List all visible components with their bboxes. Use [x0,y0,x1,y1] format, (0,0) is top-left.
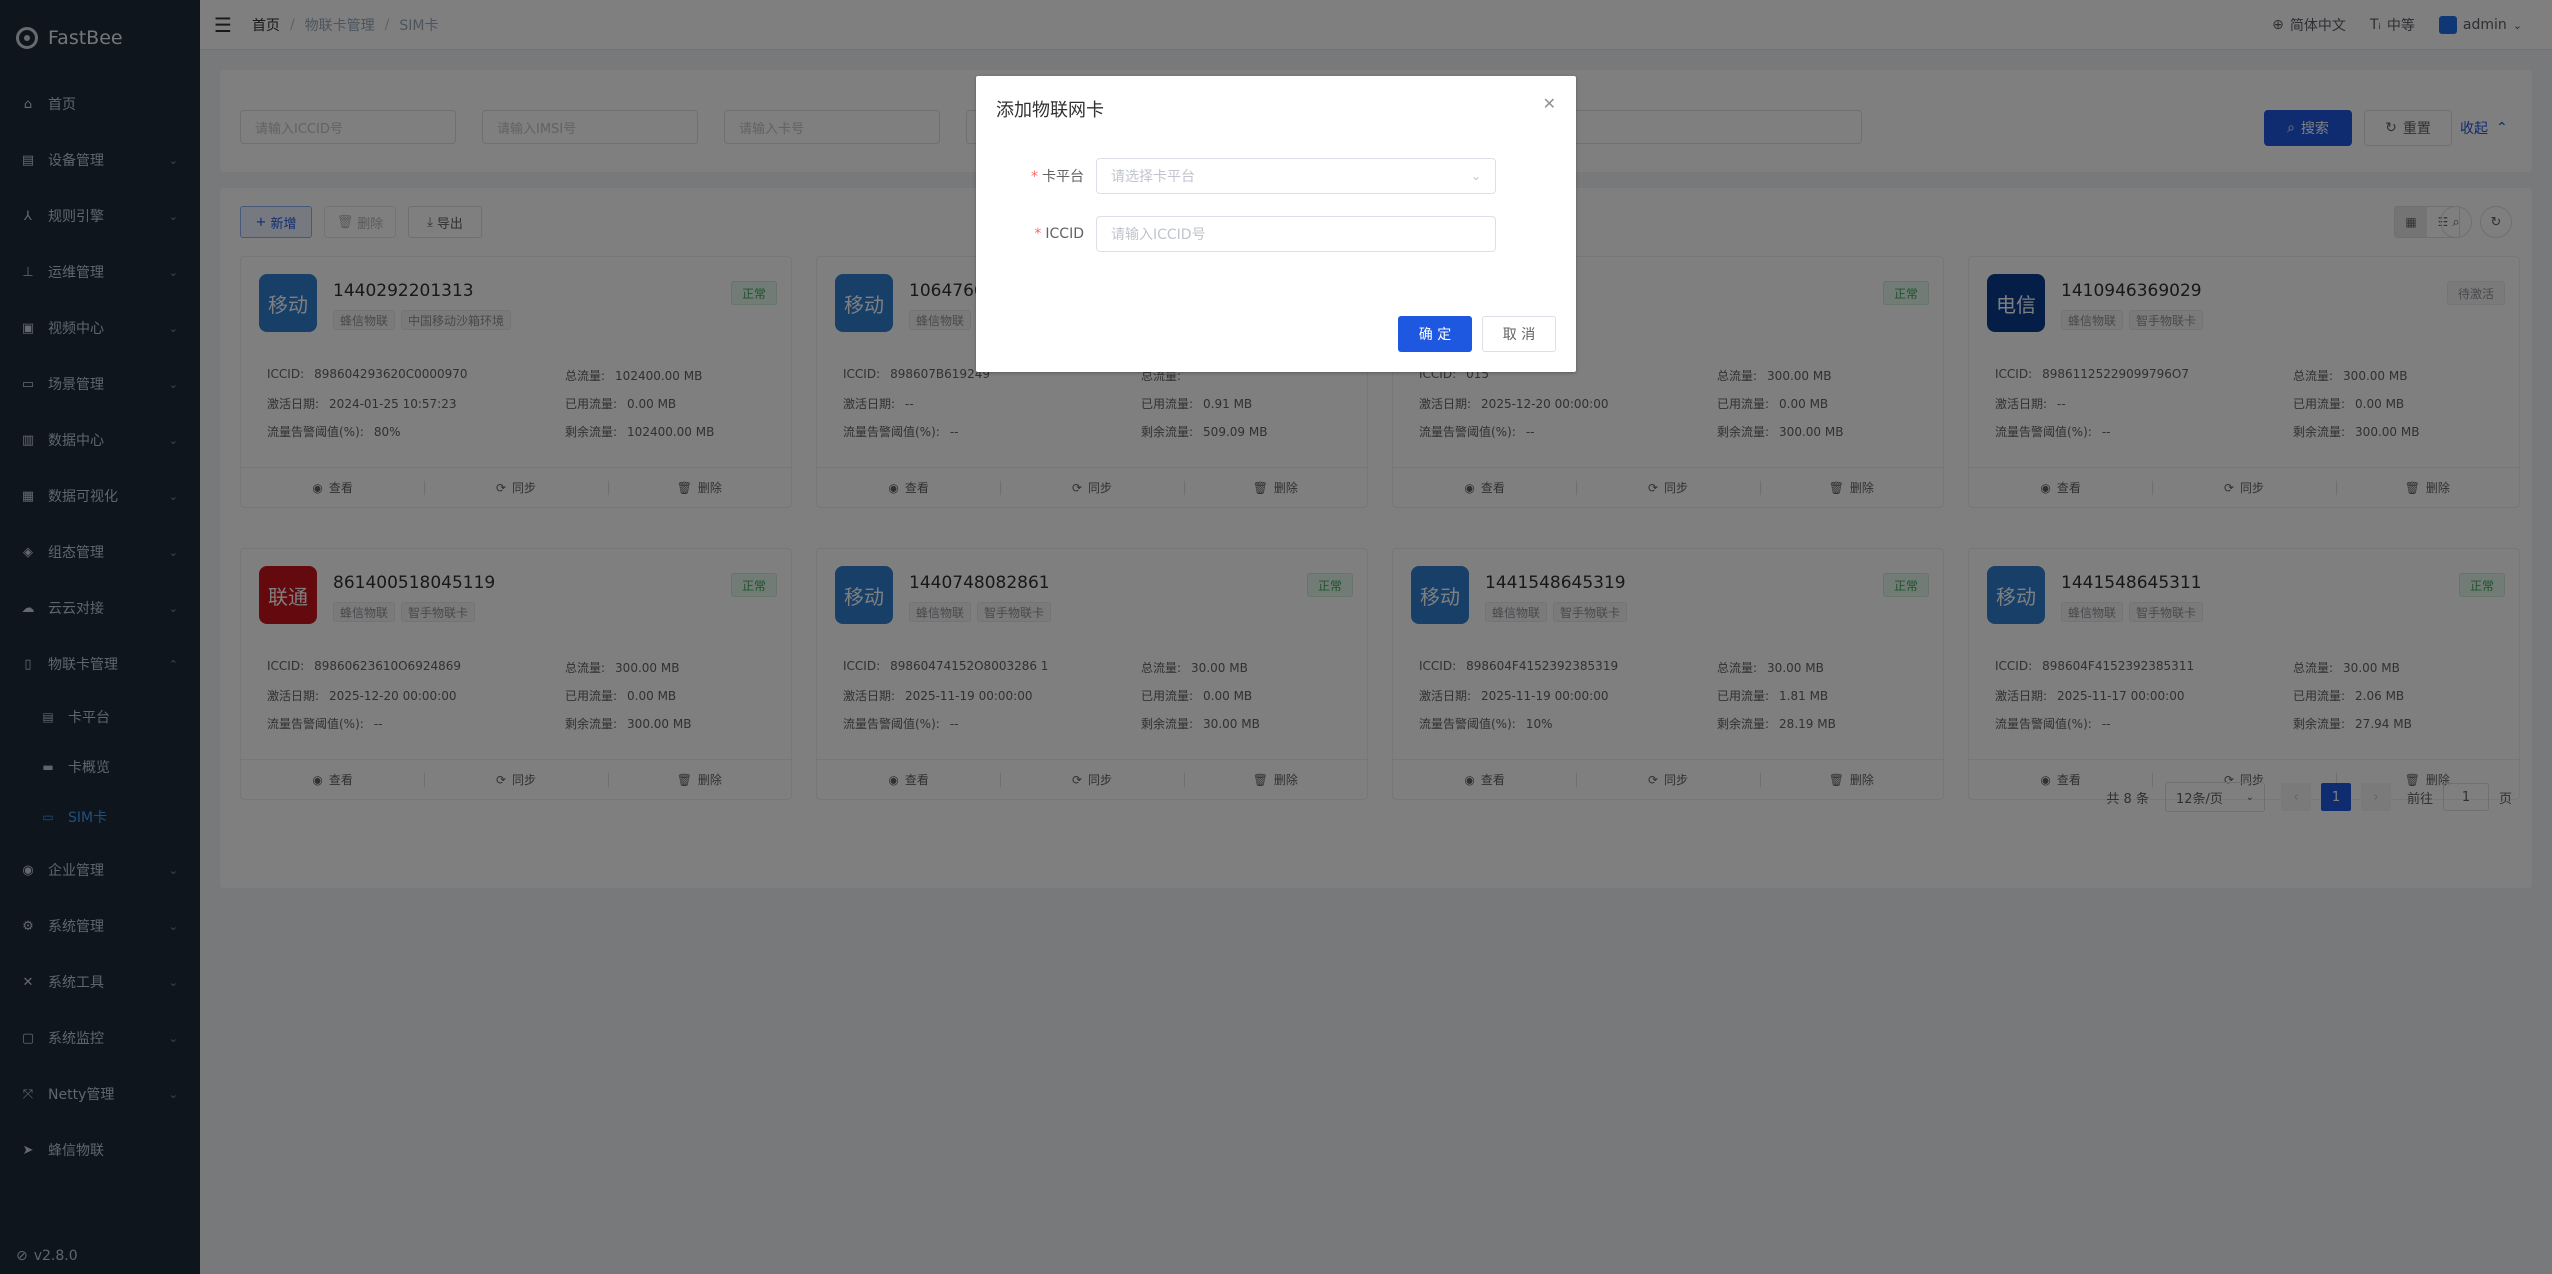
required-mark: * [1031,169,1038,185]
platform-select[interactable]: 请选择卡平台 ⌄ [1096,158,1496,194]
dialog-title: 添加物联网卡 [996,100,1104,121]
platform-label-text: 卡平台 [1042,169,1084,185]
iccid-placeholder: 请输入ICCID号 [1111,227,1206,243]
add-sim-dialog: 添加物联网卡 ✕ * 卡平台 请选择卡平台 ⌄ * ICCID 请输入ICCID号 … [976,76,1576,372]
cancel-button[interactable]: 取 消 [1482,316,1556,352]
required-mark: * [1034,226,1042,242]
iccid-label: * ICCID [976,226,1096,242]
platform-placeholder: 请选择卡平台 [1111,169,1195,185]
chevron-down-icon: ⌄ [1470,169,1481,183]
confirm-button[interactable]: 确 定 [1398,316,1472,352]
iccid-input[interactable]: 请输入ICCID号 [1096,216,1496,252]
iccid-form-row: * ICCID 请输入ICCID号 [976,216,1576,252]
platform-form-row: * 卡平台 请选择卡平台 ⌄ [976,158,1576,194]
close-icon[interactable]: ✕ [1543,94,1556,113]
platform-label: * 卡平台 [976,166,1096,186]
iccid-label-text: ICCID [1045,226,1084,242]
